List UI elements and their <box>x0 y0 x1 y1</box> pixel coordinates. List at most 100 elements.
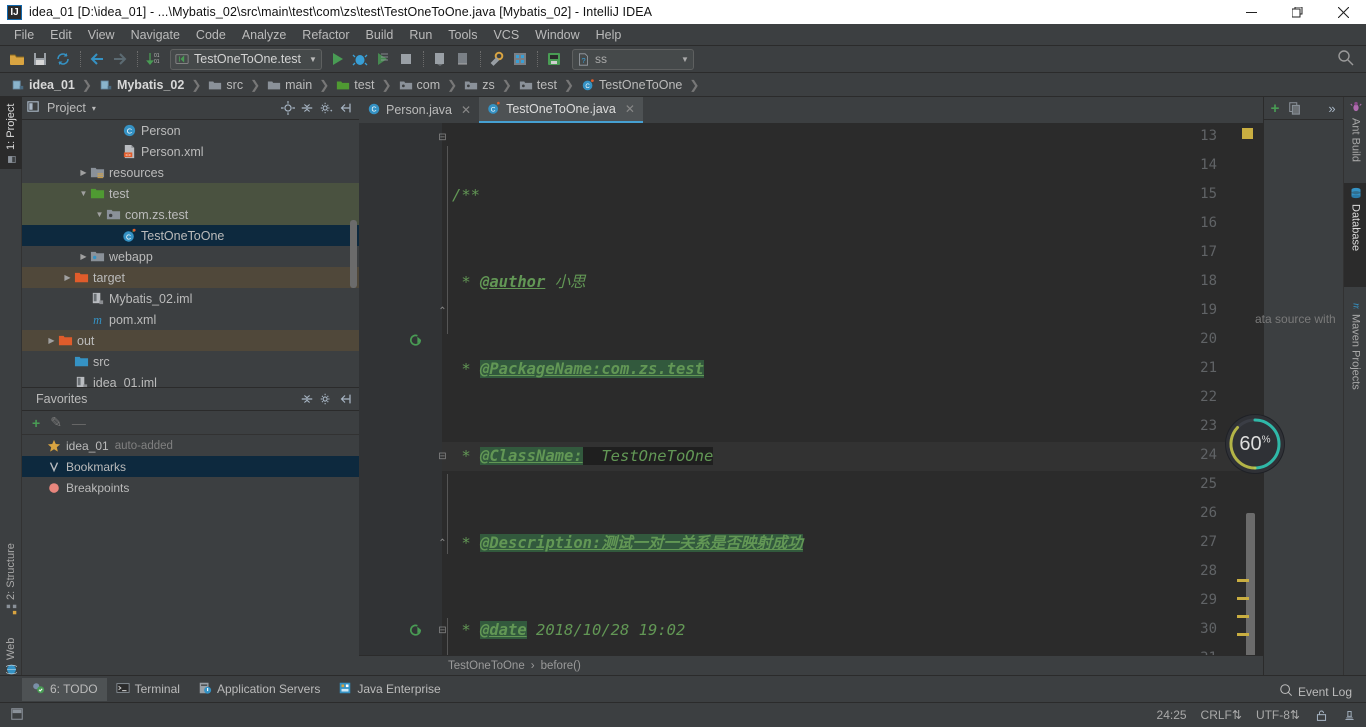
line-separator[interactable]: CRLF⇅ <box>1201 708 1242 722</box>
menu-code[interactable]: Code <box>188 26 234 44</box>
menu-help[interactable]: Help <box>588 26 630 44</box>
hide-panel-icon[interactable] <box>337 100 353 116</box>
menu-tools[interactable]: Tools <box>440 26 485 44</box>
menu-analyze[interactable]: Analyze <box>234 26 294 44</box>
project-tree[interactable]: C Person <> Person.xml ▶ resources ▼ test ▼ com.z… <box>22 120 359 387</box>
sidebar-item-web[interactable]: Web <box>0 621 22 679</box>
breadcrumb-item-testonetoone[interactable]: C TestOneToOne <box>578 77 685 93</box>
chevron-down-icon[interactable]: ▼ <box>681 55 689 64</box>
tree-row[interactable]: Mybatis_02.iml <box>22 288 359 309</box>
run-class-icon[interactable] <box>407 332 423 348</box>
close-icon[interactable]: ✕ <box>461 103 471 117</box>
gear-icon[interactable] <box>318 391 334 407</box>
add-favorite-button[interactable]: + <box>32 415 40 431</box>
menu-file[interactable]: File <box>6 26 42 44</box>
tree-row[interactable]: ▶ target <box>22 267 359 288</box>
locate-icon[interactable] <box>280 100 296 116</box>
sidebar-item-database[interactable]: Database <box>1344 183 1366 287</box>
tab-person-java[interactable]: C Person.java ✕ <box>359 97 480 123</box>
hide-panel-icon[interactable] <box>337 391 353 407</box>
tree-row[interactable]: ▶ resources <box>22 162 359 183</box>
bottom-tab-java-enterprise[interactable]: Java Enterprise <box>329 678 449 701</box>
tree-row[interactable]: ▼ com.zs.test <box>22 204 359 225</box>
tree-row[interactable]: ▶ out <box>22 330 359 351</box>
fold-toggle-icon[interactable]: ⌃ <box>437 303 448 319</box>
tree-row[interactable]: src <box>22 351 359 372</box>
bottom-tab-application-servers[interactable]: Application Servers <box>189 678 329 701</box>
gear-icon[interactable] <box>318 100 334 116</box>
run-method-icon[interactable] <box>407 622 423 638</box>
settings-icon[interactable] <box>486 49 508 70</box>
breadcrumb-item-zs[interactable]: zs <box>461 77 498 93</box>
file-encoding[interactable]: UTF-8⇅ <box>1256 708 1300 722</box>
forward-icon[interactable] <box>109 49 131 70</box>
add-datasource-button[interactable]: + <box>1267 100 1283 117</box>
compile-icon[interactable]: 01 01 <box>143 49 165 70</box>
run-button[interactable] <box>326 49 348 70</box>
breadcrumb-item-idea_01[interactable]: idea_01 <box>8 77 78 93</box>
event-log-button[interactable]: Event Log <box>1279 683 1352 700</box>
remove-favorite-button[interactable]: — <box>72 415 86 431</box>
tab-testonetoone-java[interactable]: C TestOneToOne.java ✕ <box>479 97 643 123</box>
menu-window[interactable]: Window <box>527 26 587 44</box>
sidebar-item-maven-projects[interactable]: m Maven Projects <box>1344 293 1366 433</box>
bottom-tab-terminal[interactable]: Terminal <box>107 678 189 701</box>
menu-build[interactable]: Build <box>358 26 402 44</box>
close-button[interactable] <box>1320 0 1366 24</box>
chevron-right-icon[interactable]: ▶ <box>78 167 89 178</box>
copy-icon[interactable] <box>1287 100 1303 116</box>
chevron-down-icon[interactable]: ▾ <box>92 104 96 113</box>
chevron-down-icon[interactable]: ▼ <box>94 209 105 220</box>
inspection-level-icon[interactable] <box>1342 708 1356 722</box>
breadcrumb-item-main[interactable]: main <box>264 77 315 93</box>
source-code[interactable]: /** * @author 小思 * @PackageName:com.zs.t… <box>452 123 1263 655</box>
tree-row[interactable]: ▶ webapp <box>22 246 359 267</box>
tree-row[interactable]: <> Person.xml <box>22 141 359 162</box>
fold-toggle-icon[interactable]: ⊟ <box>437 448 448 464</box>
breadcrumb-method[interactable]: before() <box>541 660 581 672</box>
favorites-item[interactable]: idea_01 auto-added <box>22 435 359 456</box>
stop-button[interactable] <box>395 49 417 70</box>
database-panel-body[interactable]: ata source with 60% <box>1226 120 1343 698</box>
fold-toggle-icon[interactable]: ⌃ <box>437 535 448 551</box>
breadcrumb-item-test[interactable]: test <box>333 77 377 93</box>
menu-refactor[interactable]: Refactor <box>294 26 357 44</box>
sync-icon[interactable] <box>52 49 74 70</box>
sidebar-item-structure[interactable]: 2: Structure <box>0 527 22 619</box>
favorites-item[interactable]: Bookmarks <box>22 456 359 477</box>
chevron-right-icon[interactable]: ▶ <box>62 272 73 283</box>
breadcrumb-item-src[interactable]: src <box>205 77 246 93</box>
favorites-list[interactable]: idea_01 auto-added Bookmarks Breakpoints <box>22 435 359 498</box>
tree-row[interactable]: C TestOneToOne <box>22 225 359 246</box>
menu-navigate[interactable]: Navigate <box>123 26 188 44</box>
search-everywhere-icon[interactable] <box>1337 49 1354 70</box>
more-actions-button[interactable]: » <box>1324 100 1340 116</box>
close-icon[interactable]: ✕ <box>625 102 635 116</box>
chevron-right-icon[interactable]: ▶ <box>78 251 89 262</box>
bottom-tab-todo[interactable]: 6: TODO <box>22 677 107 701</box>
sidebar-item-project[interactable]: 1: Project <box>0 97 22 169</box>
tree-row[interactable]: ▼ test <box>22 183 359 204</box>
menu-edit[interactable]: Edit <box>42 26 80 44</box>
caret-position[interactable]: 24:25 <box>1157 708 1187 722</box>
back-icon[interactable] <box>86 49 108 70</box>
menu-view[interactable]: View <box>80 26 123 44</box>
breadcrumb-class[interactable]: TestOneToOne <box>448 660 525 672</box>
menu-vcs[interactable]: VCS <box>485 26 527 44</box>
project-structure-icon[interactable] <box>509 49 531 70</box>
warning-marker[interactable] <box>1237 597 1249 600</box>
tree-row[interactable]: m pom.xml <box>22 309 359 330</box>
tree-row[interactable]: idea_01.iml <box>22 372 359 387</box>
warning-marker[interactable] <box>1237 579 1249 582</box>
debug-button[interactable] <box>349 49 371 70</box>
collapse-all-icon[interactable] <box>299 100 315 116</box>
code-viewport[interactable]: 13 ⊟ 14 15 16 17 18 19 ⌃ 20 21 22 23 24 ⊟ 25 26 27 ⌃ 28 29 30… <box>359 123 1263 655</box>
collapse-all-icon[interactable] <box>299 391 315 407</box>
search-scope-selector[interactable]: ? ss ▼ <box>571 48 694 70</box>
lock-icon[interactable] <box>1314 708 1328 722</box>
save-all-icon[interactable] <box>29 49 51 70</box>
run-configuration-selector[interactable]: TestOneToOne.test ▼ <box>170 48 322 70</box>
edit-favorite-button[interactable]: ✎ <box>50 414 62 431</box>
warning-marker[interactable] <box>1237 615 1249 618</box>
database-sync-icon[interactable] <box>543 49 565 70</box>
